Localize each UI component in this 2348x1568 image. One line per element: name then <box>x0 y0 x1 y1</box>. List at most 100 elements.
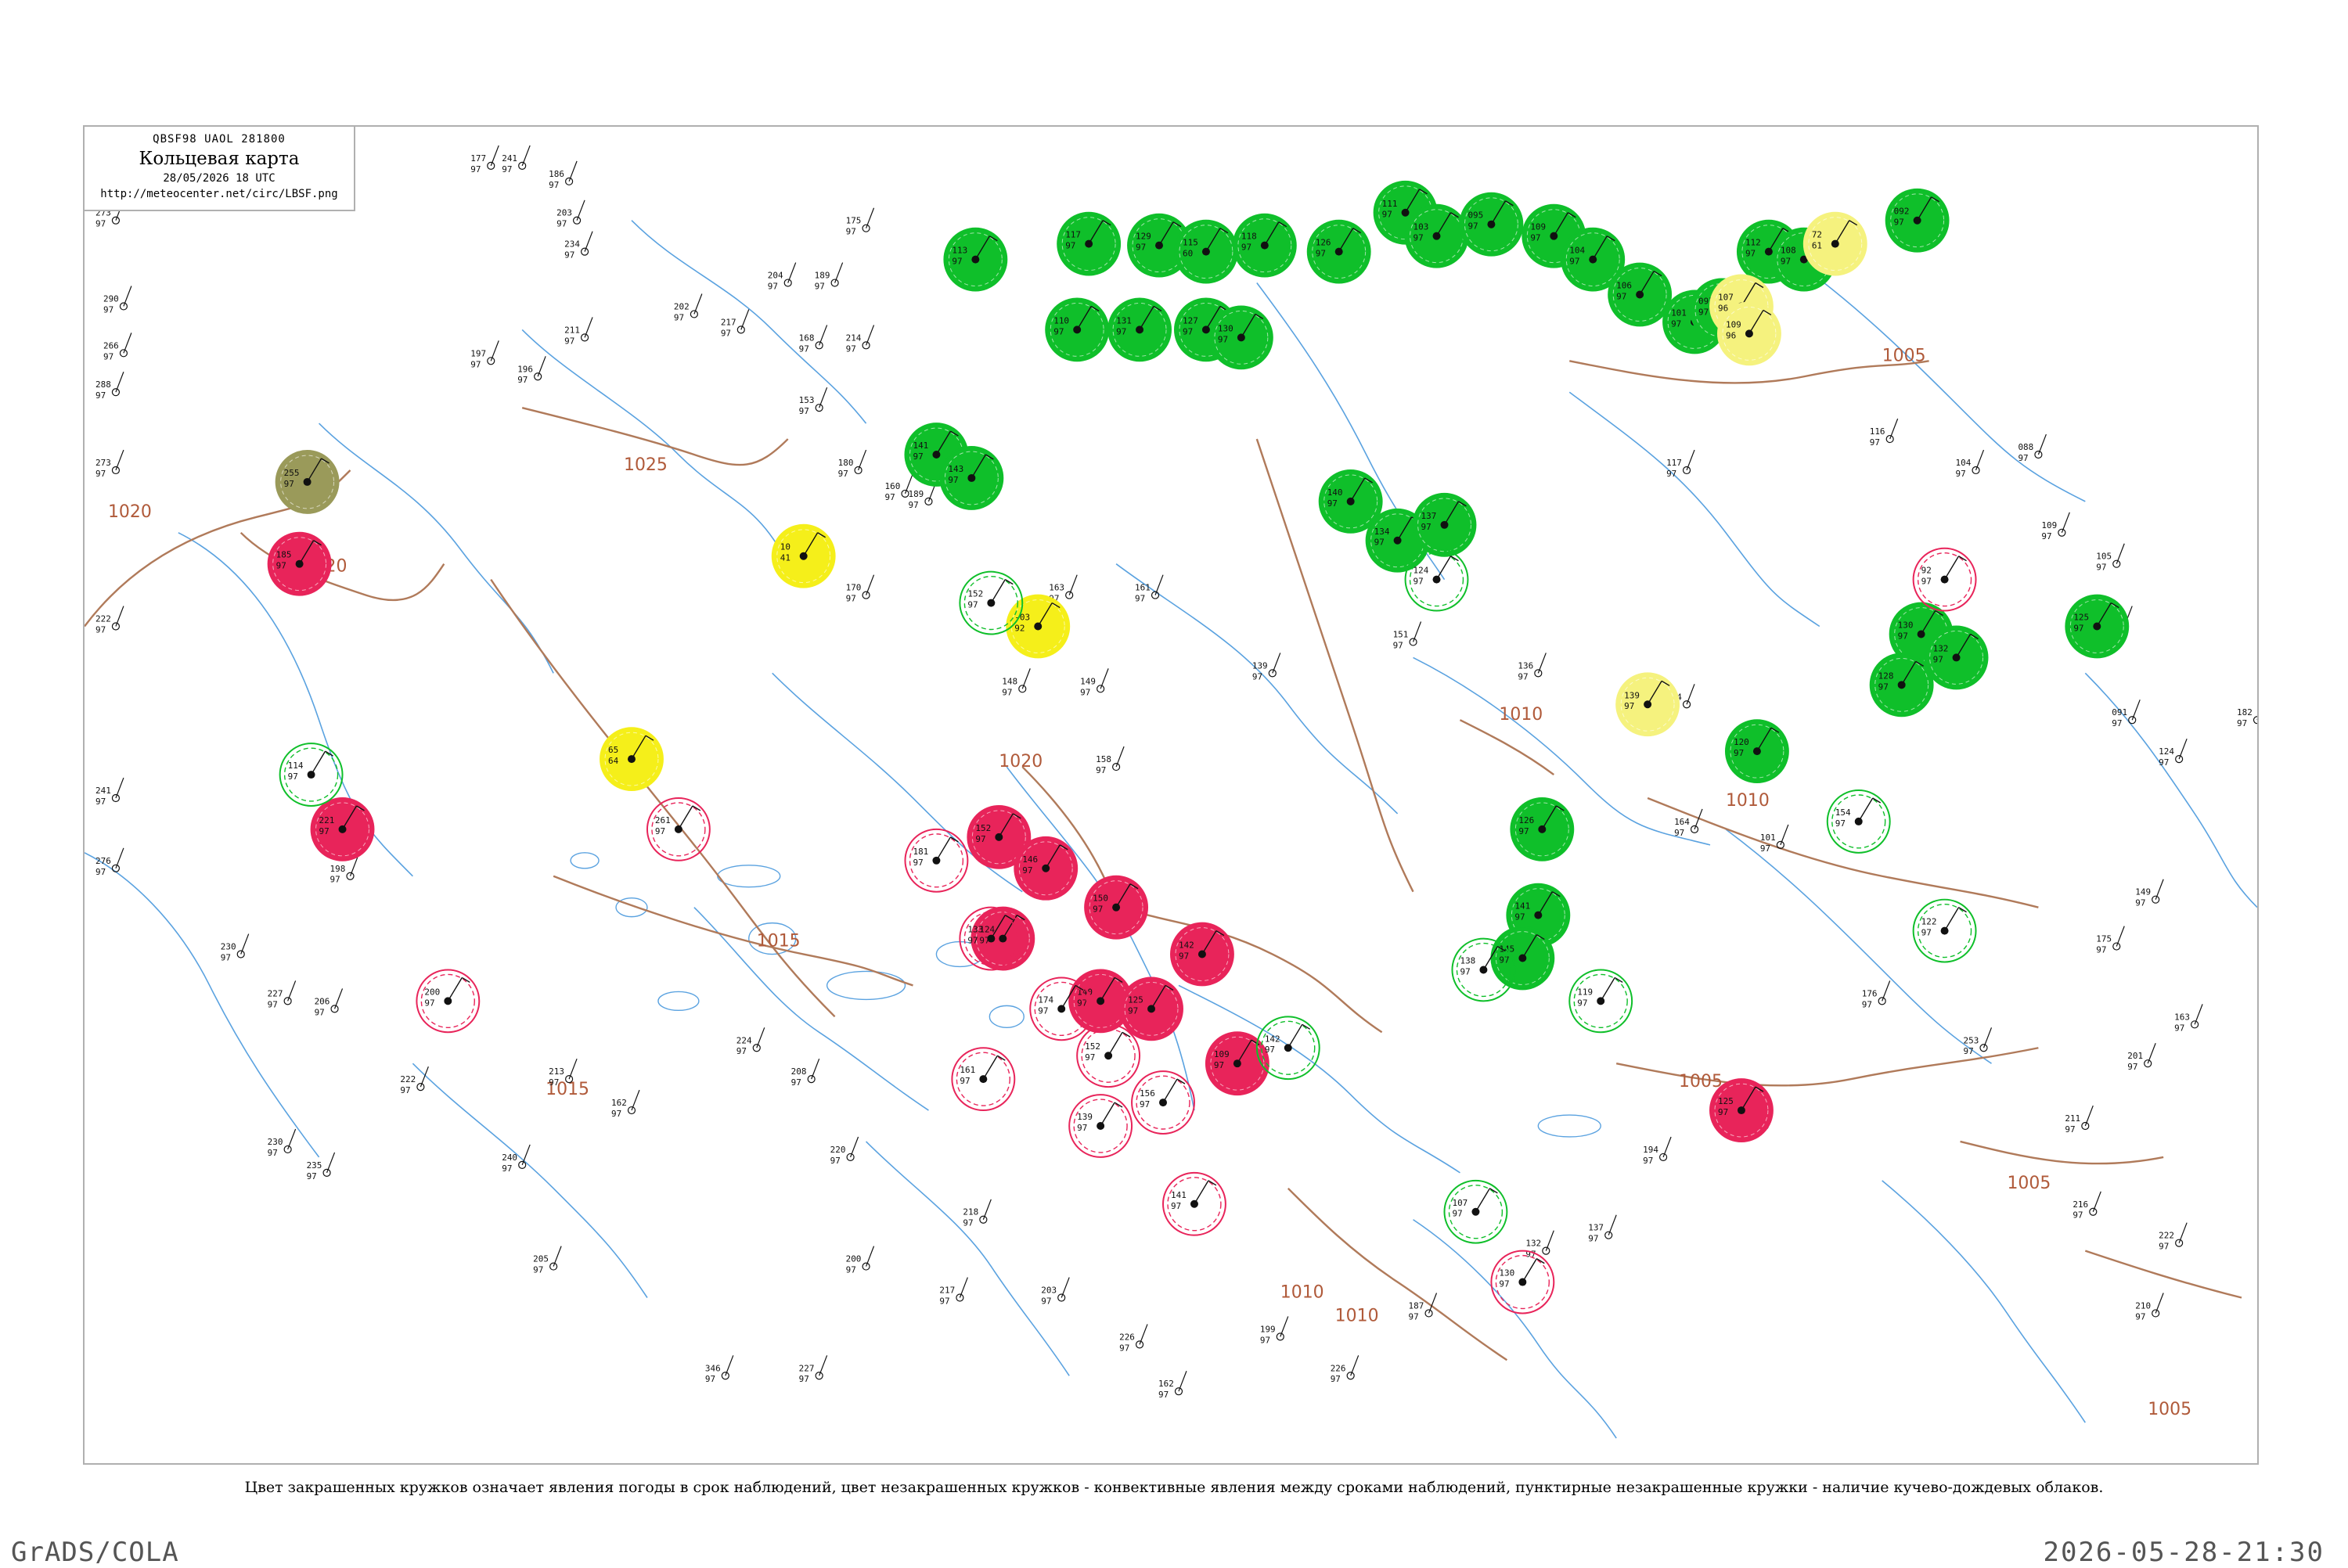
plain-station[interactable]: 20097 <box>846 1246 875 1275</box>
plain-station[interactable]: 21797 <box>721 309 750 338</box>
convective-ring-station[interactable]: 16197 <box>951 1047 1016 1112</box>
plain-station[interactable]: 20397 <box>1041 1277 1070 1307</box>
plain-station[interactable]: 18697 <box>549 160 578 190</box>
plain-station[interactable]: 17797 <box>470 145 499 174</box>
plain-station[interactable]: 13997 <box>1252 653 1281 682</box>
weather-circle-station[interactable]: 13997 <box>1615 672 1680 737</box>
plain-station[interactable]: 21097 <box>2135 1293 2164 1322</box>
plain-station[interactable]: 18097 <box>838 449 867 479</box>
weather-circle-station[interactable]: 10996 <box>1716 301 1781 366</box>
plain-station[interactable]: 29097 <box>103 286 132 315</box>
plain-station[interactable]: 22297 <box>95 606 124 635</box>
plain-station[interactable]: 21497 <box>846 325 875 354</box>
weather-circle-station[interactable]: 14297 <box>1170 922 1234 987</box>
plain-station[interactable]: 22797 <box>799 1355 828 1384</box>
plain-station[interactable]: 22797 <box>268 980 297 1009</box>
plain-station[interactable]: 18997 <box>815 262 844 292</box>
weather-circle-station[interactable]: 12597 <box>1709 1078 1774 1142</box>
plain-station[interactable]: 14897 <box>1002 668 1031 697</box>
convective-ring-station[interactable]: 12297 <box>1912 898 1977 963</box>
weather-circle-station[interactable]: 13797 <box>1412 492 1477 557</box>
plain-station[interactable]: 15197 <box>1393 621 1422 651</box>
plain-station[interactable]: 17597 <box>2096 926 2125 955</box>
weather-circle-station[interactable]: 12897 <box>1869 653 1934 717</box>
plain-station[interactable]: 13797 <box>1588 1214 1617 1244</box>
plain-station[interactable]: 20897 <box>791 1058 820 1088</box>
plain-station[interactable]: 16897 <box>799 325 828 354</box>
convective-ring-station[interactable]: 12497 <box>1404 547 1469 612</box>
plain-station[interactable]: 22497 <box>736 1027 765 1056</box>
plain-station[interactable]: 10497 <box>1956 449 1985 479</box>
weather-circle-station[interactable]: 13297 <box>1924 625 1989 690</box>
convective-ring-station[interactable]: 9297 <box>1912 547 1977 612</box>
plain-station[interactable]: 24197 <box>502 145 531 174</box>
plain-station[interactable]: 16397 <box>2174 1004 2203 1033</box>
convective-ring-station[interactable]: 14197 <box>1162 1171 1226 1236</box>
convective-ring-station[interactable]: 11497 <box>279 743 344 807</box>
plain-station[interactable]: 09197 <box>2112 699 2141 728</box>
plain-station[interactable]: 18297 <box>2237 699 2257 728</box>
plain-station[interactable]: 20397 <box>556 200 585 229</box>
weather-circle-station[interactable]: 10997 <box>1205 1031 1269 1096</box>
plain-station[interactable]: 20697 <box>315 988 344 1017</box>
weather-circle-station[interactable]: 25597 <box>275 450 340 514</box>
source-url[interactable]: http://meteocenter.net/circ/LBSF.png <box>85 188 354 200</box>
plain-station[interactable]: 23497 <box>564 231 593 261</box>
weather-circle-station[interactable]: 13097 <box>1208 305 1273 370</box>
plain-station[interactable]: 25397 <box>1964 1027 1993 1056</box>
weather-circle-station[interactable]: 12597 <box>1119 976 1183 1041</box>
plain-station[interactable]: 20597 <box>533 1246 562 1275</box>
plain-station[interactable]: 21197 <box>564 317 593 346</box>
convective-ring-station[interactable]: 13097 <box>1490 1250 1555 1314</box>
plain-station[interactable]: 08897 <box>2018 433 2047 463</box>
weather-circle-station[interactable]: 22197 <box>310 797 375 861</box>
weather-circle-station[interactable]: 14597 <box>1490 926 1555 991</box>
convective-ring-station[interactable]: 18197 <box>904 828 969 893</box>
weather-circle-station[interactable]: 11797 <box>1057 211 1122 276</box>
weather-circle-station[interactable]: -0392 <box>1006 594 1071 659</box>
weather-circle-station[interactable]: 09297 <box>1885 188 1950 253</box>
weather-circle-station[interactable]: 12497 <box>971 906 1035 971</box>
plain-station[interactable]: 21897 <box>963 1199 992 1228</box>
weather-circle-station[interactable]: 10397 <box>1404 203 1469 268</box>
plain-station[interactable]: 23097 <box>221 933 250 963</box>
weather-circle-station[interactable]: 10697 <box>1608 262 1673 327</box>
plain-station[interactable]: 22697 <box>1119 1324 1148 1353</box>
weather-circle-station[interactable]: 14397 <box>939 446 1004 510</box>
plain-station[interactable]: 19697 <box>517 356 546 385</box>
plain-station[interactable]: 19997 <box>1260 1316 1289 1345</box>
plain-station[interactable]: 27697 <box>95 847 124 877</box>
weather-circle-station[interactable]: 15097 <box>1084 875 1149 940</box>
plain-station[interactable]: 22097 <box>830 1136 859 1166</box>
convective-ring-station[interactable]: 20097 <box>416 969 481 1034</box>
plain-station[interactable]: 22297 <box>400 1066 429 1095</box>
weather-circle-station[interactable]: 09597 <box>1459 192 1524 257</box>
plain-station[interactable]: 22297 <box>2159 1222 2188 1252</box>
plain-station[interactable]: 11797 <box>1666 449 1695 479</box>
weather-circle-station[interactable]: 18597 <box>267 531 332 596</box>
weather-circle-station[interactable]: 12597 <box>2065 594 2130 659</box>
plain-station[interactable]: 23097 <box>268 1128 297 1158</box>
plain-station[interactable]: 14997 <box>2135 879 2164 908</box>
convective-ring-station[interactable]: 15297 <box>959 570 1024 635</box>
plain-station[interactable]: 15397 <box>799 387 828 416</box>
plain-station[interactable]: 10597 <box>2096 543 2125 573</box>
weather-circle-station[interactable]: 6564 <box>600 727 664 792</box>
weather-circle-station[interactable]: 11397 <box>943 227 1008 292</box>
plain-station[interactable]: 16297 <box>611 1089 640 1119</box>
plain-station[interactable]: 21697 <box>2073 1191 2101 1221</box>
convective-ring-station[interactable]: 15697 <box>1131 1070 1195 1135</box>
weather-circle-station[interactable]: 12697 <box>1306 219 1371 284</box>
plain-station[interactable]: 28897 <box>95 372 124 401</box>
plain-station[interactable]: 17697 <box>1862 980 1891 1009</box>
weather-circle-station[interactable]: 1041 <box>771 523 836 588</box>
weather-circle-station[interactable]: 11897 <box>1232 213 1297 278</box>
plain-station[interactable]: 17597 <box>846 207 875 237</box>
weather-circle-station[interactable]: 12097 <box>1724 719 1789 784</box>
weather-circle-station[interactable]: 7261 <box>1802 211 1867 276</box>
plain-station[interactable]: 17097 <box>846 574 875 604</box>
plain-station[interactable]: 34697 <box>705 1355 734 1384</box>
convective-ring-station[interactable]: 15297 <box>1076 1023 1141 1088</box>
convective-ring-station[interactable]: 26197 <box>646 797 711 861</box>
plain-station[interactable]: 27397 <box>95 449 124 479</box>
